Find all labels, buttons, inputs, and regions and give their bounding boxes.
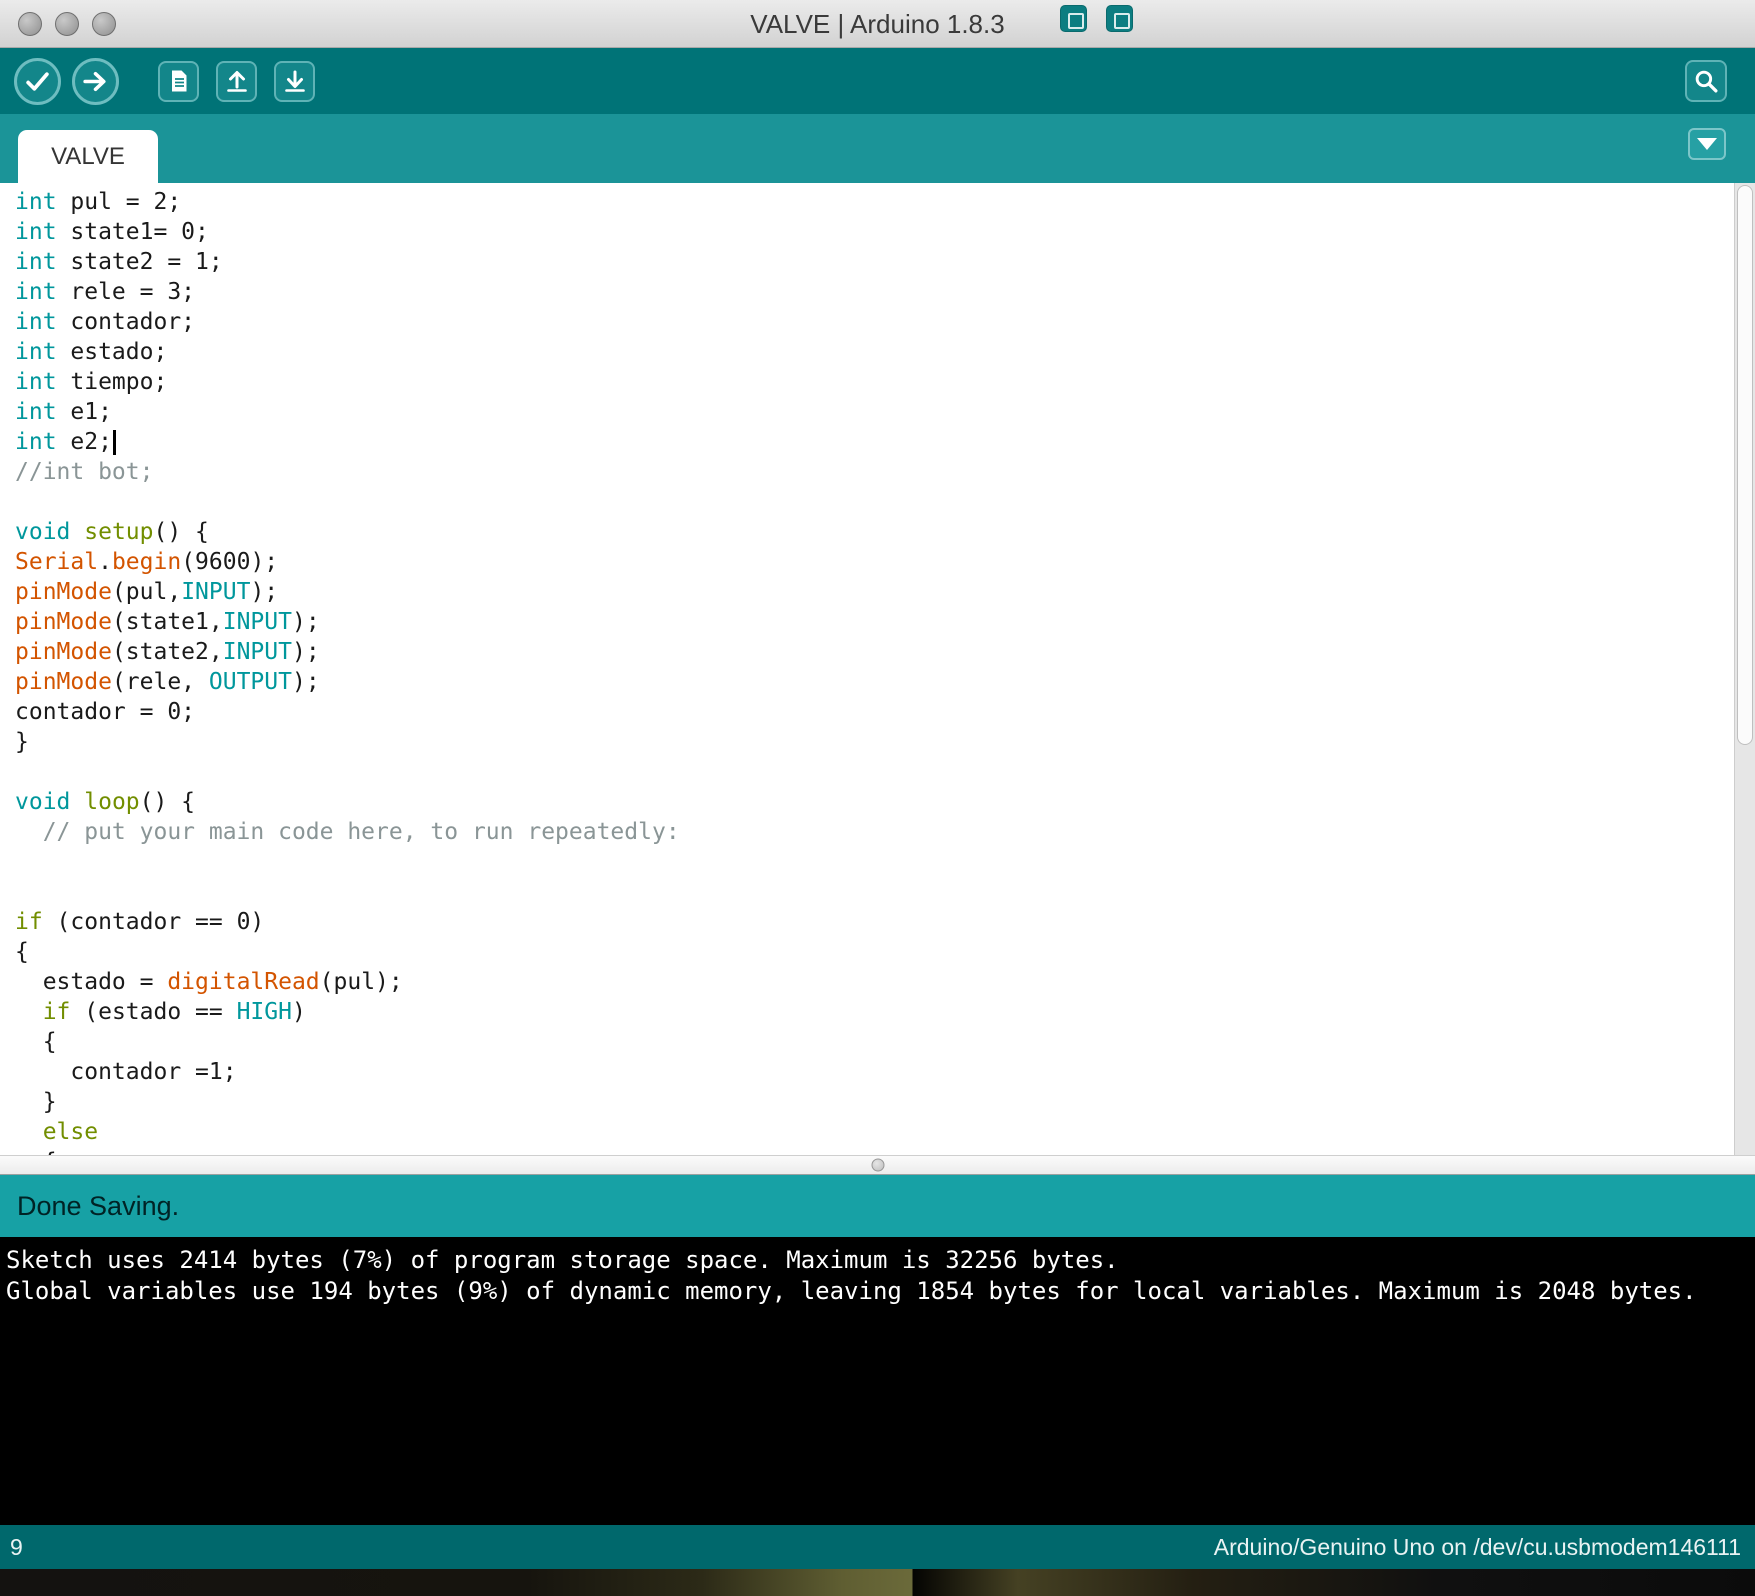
status-bar: Done Saving. xyxy=(0,1175,1755,1237)
editor-console-splitter[interactable] xyxy=(0,1155,1755,1175)
status-message: Done Saving. xyxy=(17,1190,180,1221)
code-line: estado = digitalRead(pul); xyxy=(15,969,403,995)
code-line: { xyxy=(15,1029,57,1055)
close-button[interactable] xyxy=(18,12,42,36)
chevron-down-icon xyxy=(1697,138,1717,150)
code-line: contador =1; xyxy=(15,1059,237,1085)
code-line: contador = 0; xyxy=(15,699,196,725)
zoom-button[interactable] xyxy=(92,12,116,36)
code-line: { xyxy=(15,1147,1734,1155)
console-output: Sketch uses 2414 bytes (7%) of program s… xyxy=(0,1237,1755,1525)
code-line: { xyxy=(15,939,29,965)
tab-valve[interactable]: VALVE xyxy=(18,130,158,183)
code-line: int tiempo; xyxy=(15,369,168,395)
desktop-wallpaper-sliver xyxy=(0,1569,1755,1596)
code-line: int e1; xyxy=(15,399,112,425)
tab-strip: VALVE xyxy=(0,114,1755,183)
arrow-right-icon xyxy=(82,68,109,95)
code-line: void loop() { xyxy=(15,789,196,815)
console-line: Sketch uses 2414 bytes (7%) of program s… xyxy=(6,1246,1119,1274)
arrow-up-icon xyxy=(224,68,250,94)
board-port-info: Arduino/Genuino Uno on /dev/cu.usbmodem1… xyxy=(1213,1533,1741,1560)
code-line: int state2 = 1; xyxy=(15,249,223,275)
save-sketch-button[interactable] xyxy=(274,60,315,102)
serial-monitor-button[interactable] xyxy=(1685,60,1727,102)
code-area[interactable]: int pul = 2; int state1= 0; int state2 = 1… xyxy=(0,183,1734,1155)
code-line: int e2; xyxy=(15,427,1734,457)
code-line: pinMode(state2,INPUT); xyxy=(15,639,320,665)
titlebar-extra-icon xyxy=(1060,5,1087,32)
toolbar xyxy=(0,48,1755,114)
current-line-number: 9 xyxy=(10,1533,23,1560)
code-line: int state1= 0; xyxy=(15,219,209,245)
open-sketch-button[interactable] xyxy=(216,60,257,102)
code-line: if (contador == 0) xyxy=(15,909,265,935)
check-icon xyxy=(24,68,51,95)
code-line: int estado; xyxy=(15,339,168,365)
traffic-lights xyxy=(18,12,116,36)
code-line: //int bot; xyxy=(15,459,154,485)
code-line: Serial.begin(9600); xyxy=(15,549,279,575)
minimize-button[interactable] xyxy=(55,12,79,36)
new-sketch-button[interactable] xyxy=(158,60,199,102)
upload-button[interactable] xyxy=(72,57,119,105)
code-line: // put your main code here, to run repea… xyxy=(15,819,680,845)
titlebar: VALVE | Arduino 1.8.3 xyxy=(0,0,1755,48)
code-line: else xyxy=(42,1119,99,1145)
tab-menu-button[interactable] xyxy=(1688,128,1726,160)
magnifier-icon xyxy=(1693,68,1720,95)
code-line: } xyxy=(15,729,29,755)
code-line: void setup() { xyxy=(15,519,209,545)
window-title: VALVE | Arduino 1.8.3 xyxy=(750,9,1005,39)
code-line: pinMode(pul,INPUT); xyxy=(15,579,279,605)
document-icon xyxy=(166,68,192,94)
text-caret xyxy=(112,430,116,455)
splitter-handle-icon xyxy=(871,1158,884,1172)
code-line: int rele = 3; xyxy=(15,279,196,305)
console-line: Global variables use 194 bytes (9%) of d… xyxy=(6,1277,1697,1305)
editor: int pul = 2; int state1= 0; int state2 = 1… xyxy=(0,183,1755,1155)
verify-button[interactable] xyxy=(14,57,61,105)
code-line: pinMode(state1,INPUT); xyxy=(15,609,320,635)
code-line: int contador; xyxy=(15,309,196,335)
arrow-down-icon xyxy=(282,68,308,94)
code-line: if (estado == HIGH) xyxy=(42,999,306,1025)
code-line: pinMode(rele, OUTPUT); xyxy=(15,669,320,695)
line-status-bar: 9 Arduino/Genuino Uno on /dev/cu.usbmode… xyxy=(0,1525,1755,1569)
code-line: int pul = 2; xyxy=(15,189,182,215)
editor-vertical-scrollbar[interactable] xyxy=(1734,183,1755,1155)
code-line: } xyxy=(15,1089,57,1115)
titlebar-extra-icon xyxy=(1106,5,1133,32)
scrollbar-thumb[interactable] xyxy=(1737,185,1753,745)
arduino-ide-window: VALVE | Arduino 1.8.3 VALVE int pul = 2;… xyxy=(0,0,1755,1596)
